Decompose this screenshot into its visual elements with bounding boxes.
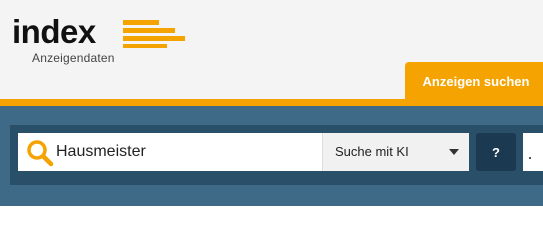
search-input[interactable]	[56, 133, 318, 171]
search-mode-selected: Suche mit KI	[335, 144, 409, 159]
search-input-wrapper	[18, 133, 322, 171]
header: index Anzeigendaten Anzeigen suchen	[0, 0, 543, 100]
search-mode-select[interactable]: Suche mit KI	[322, 133, 469, 171]
chevron-down-icon	[449, 149, 459, 155]
logo-wordmark: index	[12, 13, 96, 50]
logo-bars-icon	[123, 20, 185, 48]
search-panel: Suche mit KI ?	[10, 125, 543, 185]
field-cursor	[529, 157, 531, 159]
index-logo[interactable]: index Anzeigendaten	[12, 13, 185, 68]
accent-divider	[0, 99, 543, 106]
location-field[interactable]	[523, 133, 543, 171]
search-icon	[27, 140, 54, 167]
tab-anzeigen-suchen[interactable]: Anzeigen suchen	[405, 62, 543, 100]
logo-subtitle: Anzeigendaten	[32, 51, 115, 65]
help-button[interactable]: ?	[476, 133, 516, 171]
search-band: Suche mit KI ?	[0, 106, 543, 206]
